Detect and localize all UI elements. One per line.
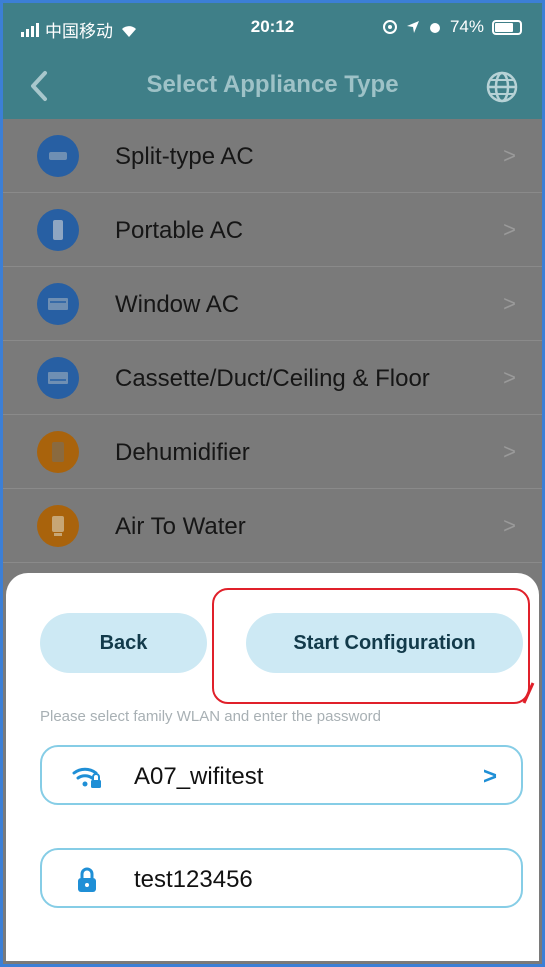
list-item-label: Portable AC xyxy=(115,217,244,244)
air-to-water-icon xyxy=(37,505,79,547)
password-field[interactable]: test123456 xyxy=(40,848,523,908)
list-item-label: Window AC xyxy=(115,291,240,318)
annotation-arrow xyxy=(522,682,535,704)
wifi-lock-icon xyxy=(72,767,101,788)
wifi-config-sheet: Back Start Configuration Please select f… xyxy=(6,573,539,961)
wifi-name: A07_wifitest xyxy=(134,763,264,790)
list-item[interactable]: Dehumidifier > xyxy=(3,415,542,489)
cassette-ac-icon xyxy=(37,357,79,399)
lock-icon xyxy=(78,867,96,892)
chevron-right-icon: > xyxy=(503,439,516,464)
status-right: 74% xyxy=(382,17,522,37)
chevron-right-icon: > xyxy=(503,513,516,538)
portable-ac-icon xyxy=(37,209,79,251)
list-item-label: Air To Water xyxy=(115,513,246,540)
location-icon xyxy=(406,21,419,33)
chevron-right-icon: > xyxy=(503,365,516,390)
nav-bar: Select Appliance Type xyxy=(3,53,542,119)
dehumidifier-icon xyxy=(37,431,79,473)
list-item[interactable]: Window AC > xyxy=(3,267,542,341)
page-title: Select Appliance Type xyxy=(146,71,399,98)
back-button[interactable]: Back xyxy=(40,613,207,673)
wlan-hint: Please select family WLAN and enter the … xyxy=(40,708,381,725)
list-item-label: Dehumidifier xyxy=(115,439,250,466)
window-ac-icon xyxy=(37,283,79,325)
list-item[interactable]: Portable AC > xyxy=(3,193,542,267)
lock-rotation-icon xyxy=(382,20,397,34)
status-bar: 中国移动 20:12 74% xyxy=(3,3,542,53)
chevron-right-icon: > xyxy=(482,763,497,790)
alarm-icon xyxy=(429,23,440,33)
list-item[interactable]: Split-type AC > xyxy=(3,119,542,193)
list-item[interactable]: Cassette/Duct/Ceiling & Floor > xyxy=(3,341,542,415)
globe-icon[interactable] xyxy=(482,67,522,107)
highlight-box xyxy=(212,588,530,704)
list-item-label: Cassette/Duct/Ceiling & Floor xyxy=(115,365,430,392)
password-value: test123456 xyxy=(134,866,253,893)
app-window: 中国移动 20:12 74% Select Appliance Type Spl… xyxy=(0,0,545,967)
battery-percent: 74% xyxy=(449,17,484,36)
battery-icon xyxy=(492,19,522,35)
chevron-right-icon: > xyxy=(503,217,516,242)
wifi-selector[interactable]: A07_wifitest > xyxy=(40,745,523,805)
chevron-right-icon: > xyxy=(503,143,516,168)
split-ac-icon xyxy=(37,135,79,177)
chevron-right-icon: > xyxy=(503,291,516,316)
list-item[interactable]: Air To Water > xyxy=(3,489,542,563)
list-item-label: Split-type AC xyxy=(115,143,254,170)
appliance-list: Split-type AC > Portable AC > Window AC … xyxy=(3,119,542,563)
